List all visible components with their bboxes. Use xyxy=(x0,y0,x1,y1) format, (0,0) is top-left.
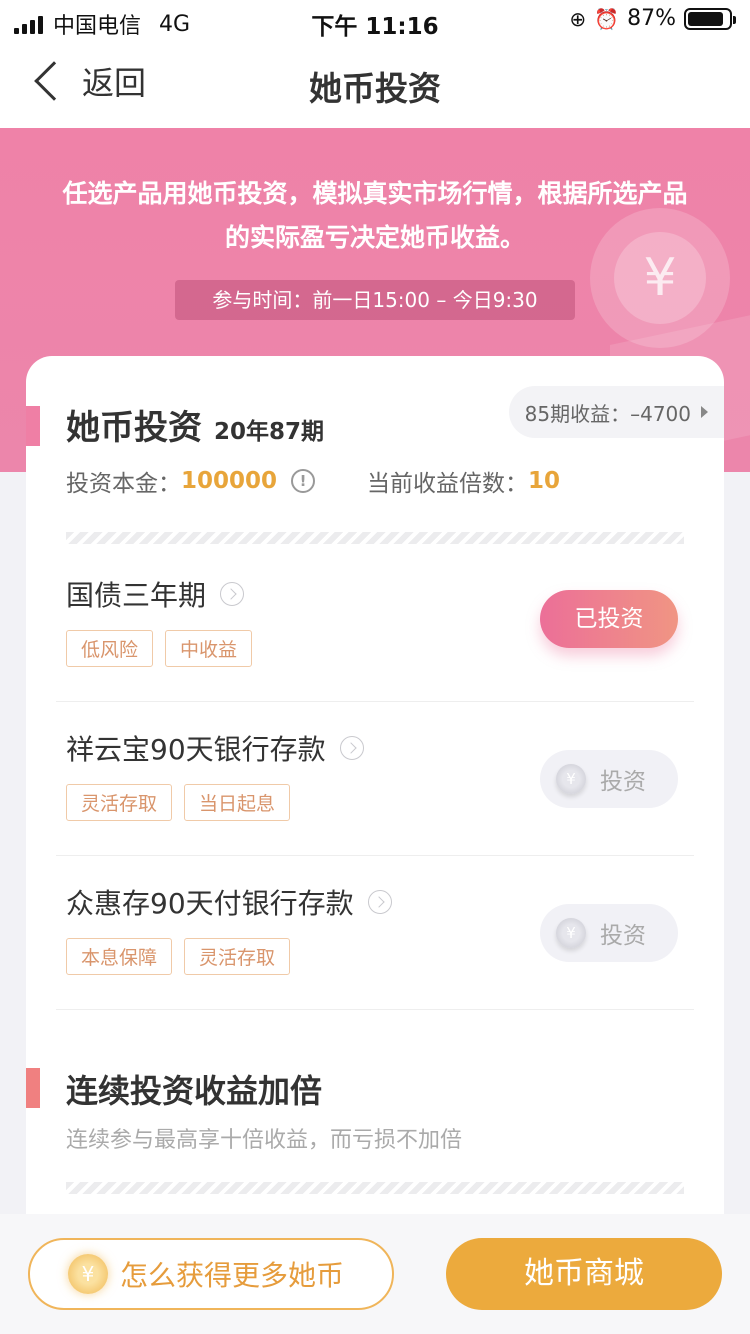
previous-profit-label: 85期收益：–4700 xyxy=(524,401,691,426)
product-name-row[interactable]: 众惠存90天付银行存款 xyxy=(66,882,392,922)
product-name-row[interactable]: 祥云宝90天银行存款 xyxy=(66,728,364,768)
multiplier-value: 10 xyxy=(528,468,561,494)
play-arrow-icon xyxy=(701,406,708,418)
divider xyxy=(66,1182,684,1194)
coin-mall-button[interactable]: 她币商城 xyxy=(446,1238,722,1310)
invest-button[interactable]: ¥ 投资 xyxy=(540,750,678,808)
invest-label: 投资 xyxy=(600,923,646,949)
product-item[interactable]: 众惠存90天付银行存款 本息保障 灵活存取 ¥ 投资 xyxy=(56,856,694,1010)
product-name-row[interactable]: 国债三年期 xyxy=(66,574,245,614)
product-tag: 本息保障 xyxy=(66,938,173,975)
yen-coin-icon: ¥ xyxy=(556,764,586,794)
multiplier-label: 当前收益倍数： xyxy=(367,471,529,497)
alarm-icon: ⏰ xyxy=(594,6,620,31)
product-name: 祥云宝90天银行存款 xyxy=(66,733,326,766)
product-tags: 低风险 中收益 xyxy=(66,630,253,667)
bonus-title: 连续投资收益加倍 xyxy=(66,1072,323,1110)
bottom-action-bar: ¥ 怎么获得更多她币 她币商城 xyxy=(0,1214,750,1334)
investment-card: 她币投资 20年87期 85期收益：–4700 投资本金： 100000 ! 当… xyxy=(26,356,724,1256)
product-tag: 中收益 xyxy=(165,630,253,667)
invest-button[interactable]: ¥ 投资 xyxy=(540,904,678,962)
invest-label: 投资 xyxy=(600,769,646,795)
chevron-right-circle-icon xyxy=(220,582,245,606)
chevron-right-circle-icon xyxy=(367,890,392,914)
product-name: 国债三年期 xyxy=(66,579,207,612)
product-tags: 灵活存取 当日起息 xyxy=(66,784,291,821)
product-tag: 当日起息 xyxy=(184,784,291,821)
product-tags: 本息保障 灵活存取 xyxy=(66,938,291,975)
product-item[interactable]: 国债三年期 低风险 中收益 已投资 xyxy=(56,548,694,702)
bonus-subtitle: 连续参与最高享十倍收益，而亏损不加倍 xyxy=(66,1128,463,1153)
rotation-lock-icon: ⊕ xyxy=(569,6,587,31)
product-tag: 灵活存取 xyxy=(66,784,173,821)
product-tag: 低风险 xyxy=(66,630,154,667)
previous-profit-button[interactable]: 85期收益：–4700 xyxy=(508,386,724,438)
info-icon[interactable]: ! xyxy=(291,469,316,493)
battery-level xyxy=(688,11,723,26)
yen-coin-icon: ¥ xyxy=(68,1254,108,1294)
product-item[interactable]: 祥云宝90天银行存款 灵活存取 当日起息 ¥ 投资 xyxy=(56,702,694,856)
period-label: 20年87期 xyxy=(214,419,325,445)
section-accent xyxy=(26,406,40,446)
get-more-coins-label: 怎么获得更多她币 xyxy=(120,1259,345,1292)
product-name: 众惠存90天付银行存款 xyxy=(66,887,354,920)
section-title: 她币投资 xyxy=(66,408,202,448)
banner-description: 任选产品用她币投资，模拟真实市场行情，根据所选产品的实际盈亏决定她币收益。 xyxy=(62,179,688,252)
section-header: 她币投资 20年87期 xyxy=(66,400,324,449)
chevron-right-circle-icon xyxy=(339,736,364,760)
battery-icon xyxy=(684,7,736,30)
divider xyxy=(66,532,684,544)
page-title: 她币投资 xyxy=(309,69,441,108)
capital-label: 投资本金： xyxy=(66,471,181,497)
capital-row: 投资本金： 100000 ! 当前收益倍数： 10 xyxy=(66,464,560,498)
status-bar: 中国电信 4G 下午 11:16 ⊕ ⏰ 87% xyxy=(0,0,750,40)
participation-time: 参与时间：前一日15:00 – 今日9:30 xyxy=(175,280,575,320)
battery-percent: 87% xyxy=(627,6,676,31)
section-accent xyxy=(26,1068,40,1108)
product-tag: 灵活存取 xyxy=(184,938,291,975)
invested-button[interactable]: 已投资 xyxy=(540,590,678,648)
get-more-coins-button[interactable]: ¥ 怎么获得更多她币 xyxy=(28,1238,394,1310)
nav-bar: 返回 她币投资 xyxy=(0,40,750,128)
yen-coin-icon: ¥ xyxy=(556,918,586,948)
capital-value: 100000 xyxy=(181,468,278,494)
